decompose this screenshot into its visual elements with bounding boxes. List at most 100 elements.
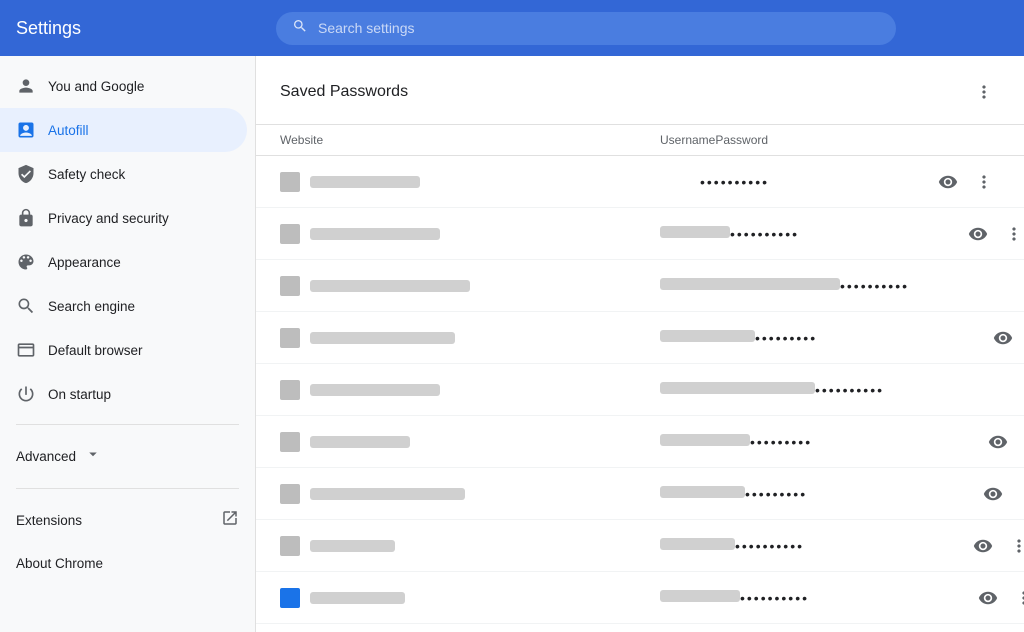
show-password-button[interactable] xyxy=(977,478,1009,510)
password-dots: •••••••••• xyxy=(740,590,960,606)
sidebar-label-you-and-google: You and Google xyxy=(48,79,144,94)
favicon xyxy=(280,224,300,244)
external-link-icon xyxy=(221,509,239,532)
website-cell xyxy=(280,432,660,452)
password-row: •••••••••• xyxy=(256,364,1024,416)
main-layout: You and Google Autofill Safety check Pri… xyxy=(0,56,1024,632)
website-cell xyxy=(280,172,660,192)
privacy-icon xyxy=(16,208,36,228)
row-actions xyxy=(970,426,1024,458)
website-cell xyxy=(280,588,660,608)
power-icon xyxy=(16,384,36,404)
search-input[interactable] xyxy=(318,20,880,36)
app-title: Settings xyxy=(16,18,276,39)
sidebar-item-autofill[interactable]: Autofill xyxy=(0,108,247,152)
favicon xyxy=(280,380,300,400)
website-text xyxy=(310,332,455,344)
password-row: ••••••••• xyxy=(256,416,1024,468)
row-actions xyxy=(920,166,1000,198)
username-text xyxy=(660,538,735,550)
sidebar-label-search-engine: Search engine xyxy=(48,299,135,314)
sidebar-divider-2 xyxy=(16,488,239,489)
password-dots: •••••••••• xyxy=(730,226,950,242)
more-row-options-button[interactable] xyxy=(998,218,1024,250)
sidebar-item-privacy-security[interactable]: Privacy and security xyxy=(0,196,247,240)
username-text xyxy=(660,486,745,498)
sidebar-item-appearance[interactable]: Appearance xyxy=(0,240,247,284)
password-dots: •••••••••• xyxy=(815,382,1024,398)
username-text xyxy=(660,434,750,446)
more-row-options-button[interactable] xyxy=(1018,426,1024,458)
favicon xyxy=(280,172,300,192)
website-text xyxy=(310,592,405,604)
favicon xyxy=(280,432,300,452)
website-cell xyxy=(280,380,660,400)
search-engine-icon xyxy=(16,296,36,316)
sidebar-label-on-startup: On startup xyxy=(48,387,111,402)
sidebar-label-about-chrome: About Chrome xyxy=(16,556,103,571)
password-row: •••••••••• xyxy=(256,208,1024,260)
sidebar-item-advanced[interactable]: Advanced xyxy=(0,433,255,480)
show-password-button[interactable] xyxy=(982,426,1014,458)
username-cell xyxy=(660,537,735,555)
search-bar[interactable] xyxy=(276,12,896,45)
sidebar-label-extensions: Extensions xyxy=(16,513,82,528)
password-dots: ••••••••• xyxy=(755,330,975,346)
website-text xyxy=(310,228,440,240)
more-row-options-button[interactable] xyxy=(1013,478,1024,510)
sidebar-item-default-browser[interactable]: Default browser xyxy=(0,328,247,372)
website-cell xyxy=(280,484,660,504)
more-row-options-button[interactable] xyxy=(1003,530,1024,562)
sidebar-item-extensions[interactable]: Extensions xyxy=(0,497,255,544)
show-password-button[interactable] xyxy=(962,218,994,250)
favicon xyxy=(280,536,300,556)
username-cell xyxy=(660,277,840,295)
sidebar-label-autofill: Autofill xyxy=(48,123,89,138)
username-cell xyxy=(660,433,750,451)
show-password-button[interactable] xyxy=(972,582,1004,614)
browser-icon xyxy=(16,340,36,360)
website-text xyxy=(310,436,410,448)
row-actions xyxy=(955,530,1024,562)
autofill-icon xyxy=(16,120,36,140)
more-row-options-button[interactable] xyxy=(968,166,1000,198)
favicon xyxy=(280,276,300,296)
username-cell xyxy=(660,329,755,347)
sidebar-item-on-startup[interactable]: On startup xyxy=(0,372,247,416)
website-cell xyxy=(280,276,660,296)
website-text xyxy=(310,384,440,396)
favicon xyxy=(280,588,300,608)
password-row: •••••••••• xyxy=(256,520,1024,572)
sidebar-item-safety-check[interactable]: Safety check xyxy=(0,152,247,196)
website-cell xyxy=(280,536,660,556)
password-dots: •••••••••• xyxy=(700,174,920,190)
palette-icon xyxy=(16,252,36,272)
website-text xyxy=(310,488,465,500)
password-row: •••••••••• xyxy=(256,572,1024,624)
favicon xyxy=(280,328,300,348)
password-row: ••••••••• xyxy=(256,468,1024,520)
show-password-button[interactable] xyxy=(987,322,1019,354)
sidebar-label-appearance: Appearance xyxy=(48,255,121,270)
show-password-button[interactable] xyxy=(932,166,964,198)
more-options-button[interactable] xyxy=(968,76,1000,108)
website-text xyxy=(310,540,395,552)
website-cell xyxy=(280,328,660,348)
content-panel: Saved Passwords Website Username Passwor… xyxy=(256,56,1024,632)
username-cell xyxy=(660,381,815,399)
password-row: •••••••••• xyxy=(256,624,1024,632)
website-text xyxy=(310,280,470,292)
username-cell xyxy=(660,485,745,503)
sidebar-divider xyxy=(16,424,239,425)
content-header: Saved Passwords xyxy=(256,56,1024,125)
password-row: •••••••••• xyxy=(256,260,1024,312)
sidebar-item-search-engine[interactable]: Search engine xyxy=(0,284,247,328)
chevron-down-icon xyxy=(84,445,102,468)
col-actions xyxy=(935,133,1015,147)
sidebar-label-privacy-security: Privacy and security xyxy=(48,211,169,226)
sidebar-item-you-and-google[interactable]: You and Google xyxy=(0,64,247,108)
show-password-button[interactable] xyxy=(967,530,999,562)
sidebar-item-about-chrome[interactable]: About Chrome xyxy=(0,544,247,583)
more-row-options-button[interactable] xyxy=(1008,582,1024,614)
search-icon xyxy=(292,18,308,39)
